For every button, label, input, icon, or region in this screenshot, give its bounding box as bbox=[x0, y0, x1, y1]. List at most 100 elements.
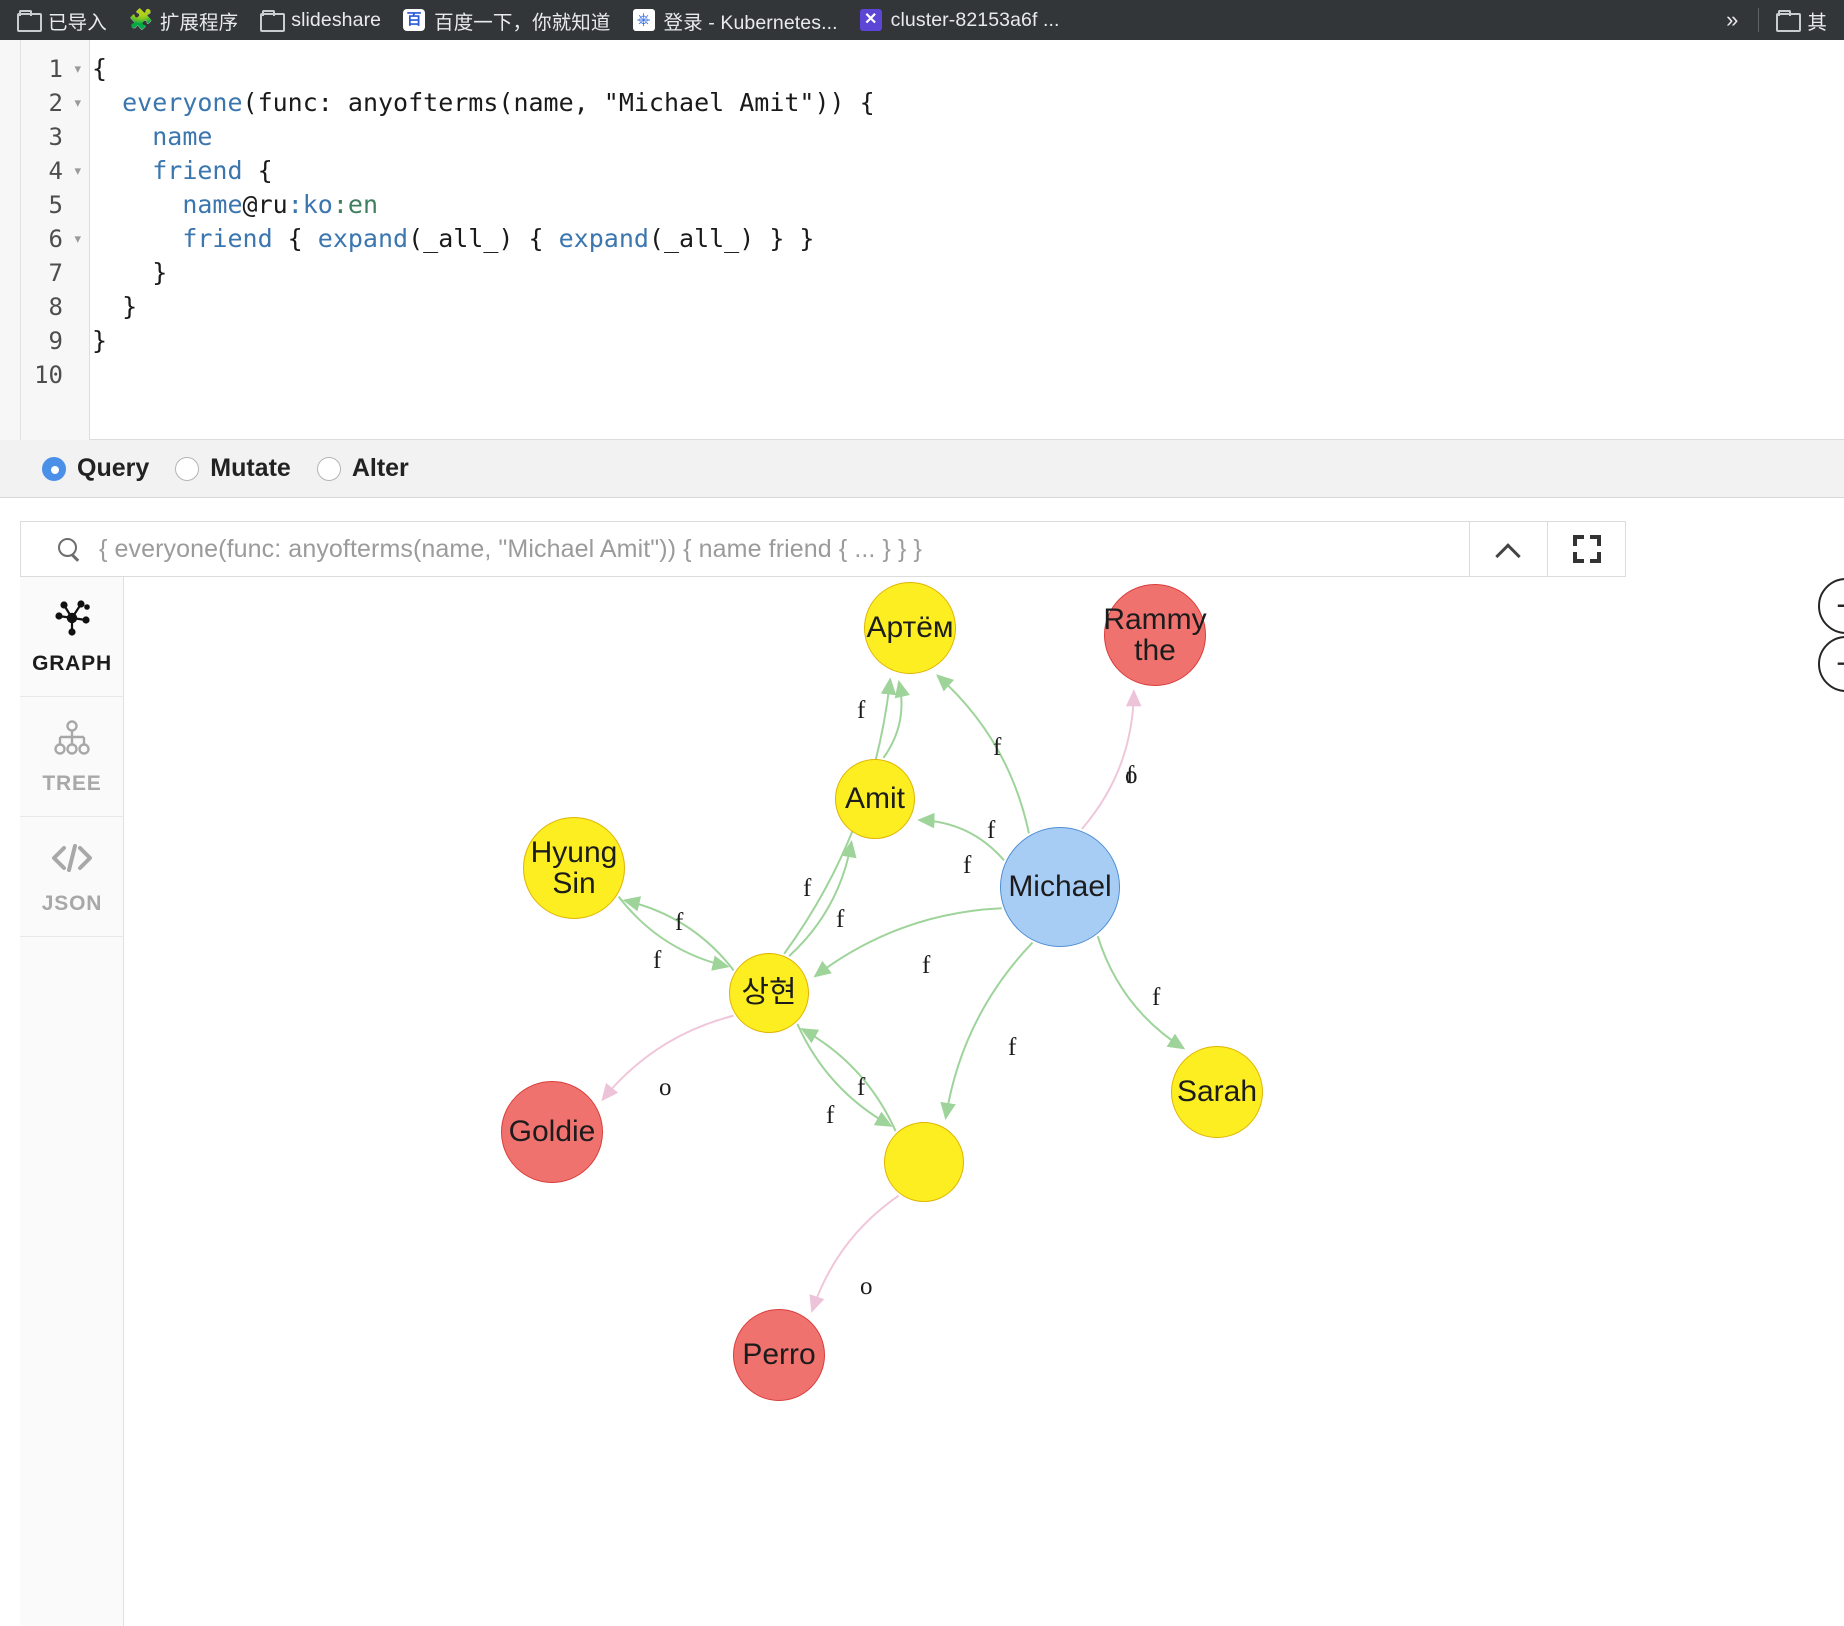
graph-canvas[interactable]: ffffffffffffffooo Артём Rammy the Amit Hyun… bbox=[124, 577, 1844, 1626]
graph-edge-label: o bbox=[1125, 762, 1138, 789]
graph-edge-label: f bbox=[803, 875, 812, 902]
bookmark-item[interactable]: slideshare bbox=[249, 5, 392, 36]
code-token: (_all_) { bbox=[408, 224, 559, 253]
code-token: expand bbox=[558, 224, 649, 253]
graph-node[interactable]: Amit bbox=[835, 759, 915, 839]
fullscreen-button[interactable] bbox=[1548, 521, 1626, 577]
chevron-up-icon bbox=[1496, 542, 1522, 556]
browser-bookmarks-bar: 已导入 🧩 扩展程序 slideshare 百 百度一下，你就知道 ⎈ 登录 -… bbox=[0, 0, 1844, 40]
query-summary-bar[interactable]: { everyone(func: anyofterms(name, "Micha… bbox=[20, 521, 1470, 577]
tab-json[interactable]: JSON bbox=[20, 817, 124, 937]
graph-node-label: 상현 bbox=[741, 976, 797, 1010]
graph-edge-label: f bbox=[826, 1102, 835, 1129]
bookmark-label: cluster-82153a6f ... bbox=[890, 8, 1060, 31]
code-token: expand bbox=[317, 224, 409, 253]
query-editor[interactable]: 1 ▾ 2 ▾ 3 4 ▾ 5 6 ▾ 7 8 9 10 { everyone(func: anyofte… bbox=[0, 40, 1844, 440]
code-token: { bbox=[272, 224, 318, 253]
bookmarks-overflow-button[interactable]: » bbox=[1712, 5, 1752, 35]
radio-alter[interactable] bbox=[316, 456, 341, 481]
fold-toggle-icon[interactable]: ▾ bbox=[74, 154, 81, 188]
line-number: 1 bbox=[48, 55, 63, 83]
code-line: { bbox=[92, 52, 1844, 86]
graph-edge bbox=[1096, 935, 1186, 1050]
editor-code-area[interactable]: { everyone(func: anyofterms(name, "Micha… bbox=[92, 40, 1844, 440]
mode-label-alter: Alter bbox=[351, 454, 409, 482]
code-line: friend { expand(_all_) { expand(_all_) }… bbox=[92, 222, 1844, 256]
fold-toggle-icon[interactable]: ▾ bbox=[74, 86, 81, 120]
tab-tree[interactable]: TREE bbox=[20, 697, 124, 817]
graph-node-label: Perro bbox=[742, 1338, 816, 1372]
graph-edge-label: f bbox=[963, 852, 972, 879]
mode-option-query[interactable]: Query bbox=[42, 454, 149, 483]
graph-edges-layer bbox=[601, 674, 1186, 1313]
graph-edge bbox=[936, 674, 1030, 834]
collapse-panel-button[interactable] bbox=[1470, 521, 1548, 577]
bookmark-item[interactable]: 已导入 bbox=[6, 2, 118, 39]
code-token: (_all_) } } bbox=[648, 224, 815, 253]
mode-option-alter[interactable]: Alter bbox=[316, 454, 409, 483]
code-token: name bbox=[152, 122, 213, 151]
graph-node[interactable]: Sarah bbox=[1171, 1046, 1263, 1138]
graph-node[interactable]: Артём bbox=[864, 582, 956, 674]
graph-node[interactable]: Hyung Sin bbox=[523, 817, 625, 919]
graph-edge bbox=[940, 941, 1034, 1121]
fold-toggle-icon[interactable]: ▾ bbox=[74, 52, 81, 86]
graph-node-label: Michael bbox=[1008, 870, 1112, 904]
graph-node[interactable] bbox=[884, 1122, 964, 1202]
result-view-tabs: GRAPH TREE JSON bbox=[20, 577, 124, 1626]
code-token: :en bbox=[332, 190, 378, 219]
bookmark-item[interactable]: 其 bbox=[1765, 2, 1838, 39]
radio-query[interactable] bbox=[42, 456, 66, 481]
graph-node-label: Артём bbox=[866, 611, 954, 645]
graph-edge-label: o bbox=[860, 1273, 873, 1300]
code-token: @ru bbox=[242, 190, 288, 219]
graph-edge bbox=[809, 1194, 900, 1313]
fold-toggle-icon[interactable]: ▾ bbox=[74, 222, 81, 256]
folder-icon bbox=[260, 9, 286, 32]
graph-edge bbox=[617, 895, 730, 971]
code-token: :ko bbox=[287, 190, 333, 219]
graph-edge-label: f bbox=[1152, 984, 1161, 1011]
graph-edge-label: f bbox=[993, 734, 1002, 761]
graph-edge bbox=[796, 1023, 893, 1127]
mode-option-mutate[interactable]: Mutate bbox=[175, 454, 291, 483]
code-brackets-icon bbox=[52, 843, 92, 872]
folder-icon bbox=[17, 9, 42, 32]
graph-node[interactable]: Rammy the bbox=[1103, 584, 1207, 686]
graph-nodes-icon bbox=[55, 599, 90, 636]
bookmark-label: 登录 - Kubernetes... bbox=[663, 11, 838, 34]
tab-graph[interactable]: GRAPH bbox=[20, 577, 124, 697]
tree-hierarchy-icon bbox=[54, 719, 90, 755]
graph-node-label: Amit bbox=[845, 782, 905, 816]
graph-edge bbox=[1081, 689, 1142, 830]
graph-node[interactable]: Michael bbox=[1000, 827, 1120, 947]
tab-json-label: JSON bbox=[41, 891, 103, 915]
code-token: friend bbox=[182, 224, 273, 253]
tab-graph-label: GRAPH bbox=[32, 651, 112, 675]
line-number: 3 bbox=[48, 123, 63, 151]
code-token: } bbox=[92, 258, 168, 287]
graph-edge-label: f bbox=[922, 952, 931, 979]
graph-edge-label: o bbox=[659, 1074, 672, 1101]
code-line: } bbox=[92, 256, 1844, 290]
radio-mutate[interactable] bbox=[175, 456, 200, 481]
graph-node[interactable]: Goldie bbox=[501, 1081, 603, 1183]
bookmark-label: slideshare bbox=[291, 8, 382, 31]
bookmark-item[interactable]: ✕ cluster-82153a6f ... bbox=[849, 5, 1071, 36]
bookmark-item[interactable]: 百 百度一下，你就知道 bbox=[392, 2, 621, 39]
line-number: 10 bbox=[34, 361, 63, 389]
graph-node[interactable]: 상현 bbox=[729, 953, 809, 1033]
graph-edge-label: f bbox=[653, 947, 662, 974]
bookmark-item[interactable]: 🧩 扩展程序 bbox=[118, 2, 249, 39]
graph-node-label: Sarah bbox=[1176, 1075, 1258, 1109]
code-line: everyone(func: anyofterms(name, "Michael… bbox=[92, 86, 1844, 120]
gutter-rail bbox=[20, 40, 21, 440]
bookmark-item[interactable]: ⎈ 登录 - Kubernetes... bbox=[622, 2, 849, 39]
tab-tree-label: TREE bbox=[42, 771, 102, 795]
graph-node[interactable]: Perro bbox=[733, 1309, 825, 1401]
bookmark-label: 其 bbox=[1807, 11, 1827, 34]
puzzle-icon: 🧩 bbox=[128, 9, 154, 31]
